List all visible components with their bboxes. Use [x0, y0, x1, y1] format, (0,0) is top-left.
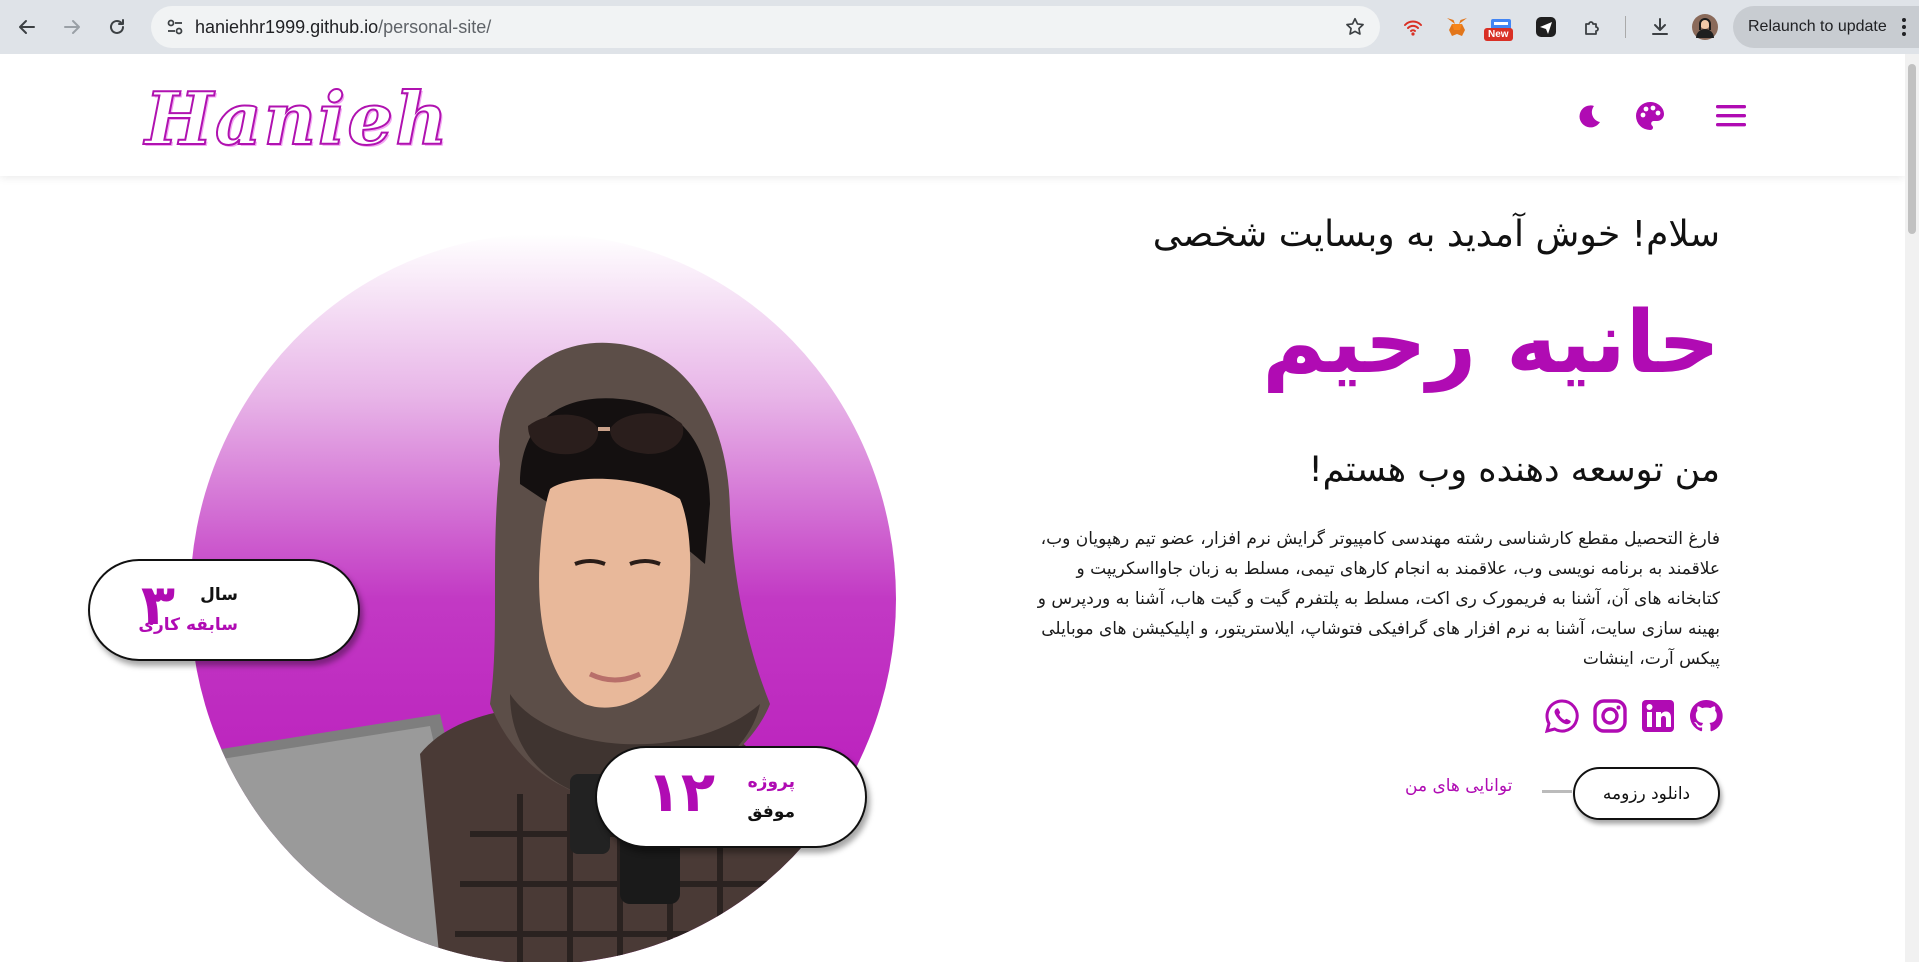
projects-label-project: پروژه — [747, 772, 795, 792]
projects-stat-card: ۱۲ پروژه موفق — [595, 746, 867, 848]
profile-avatar[interactable] — [1692, 14, 1718, 40]
url-host: haniehhr1999.github.io — [195, 17, 379, 37]
experience-stat-card: ۳ سال سابقه کاری — [88, 559, 360, 661]
send-extension-icon[interactable] — [1533, 14, 1559, 40]
scrollbar-thumb[interactable] — [1908, 64, 1916, 234]
whatsapp-icon[interactable] — [1543, 697, 1581, 735]
browser-toolbar: haniehhr1999.github.io/personal-site/ Ne… — [0, 0, 1919, 54]
download-icon[interactable] — [1647, 14, 1673, 40]
download-resume-button[interactable]: دانلود رزومه — [1573, 767, 1720, 820]
hamburger-menu-icon[interactable] — [1713, 98, 1749, 134]
toolbar-divider — [1625, 16, 1626, 38]
reload-icon[interactable] — [102, 12, 132, 42]
address-bar[interactable]: haniehhr1999.github.io/personal-site/ — [151, 6, 1380, 48]
bio-line: بهینه سازی سایت، آشنا به نرم افزار های گ… — [1041, 619, 1720, 639]
social-links — [1543, 697, 1725, 739]
hero-greeting: سلام! خوش آمدید به وبسایت شخصی — [1152, 214, 1720, 255]
hero-role: من توسعه دهنده وب هستم! — [1308, 450, 1720, 490]
back-arrow-icon[interactable] — [12, 12, 42, 42]
bio-line: فارغ التحصیل مقطع کارشناسی رشته مهندسی ک… — [1040, 529, 1720, 549]
relaunch-button[interactable]: Relaunch to update — [1733, 6, 1919, 48]
url-path: /personal-site/ — [378, 17, 492, 37]
linkedin-icon[interactable] — [1639, 697, 1677, 735]
hero-bio: فارغ التحصیل مقطع کارشناسی رشته مهندسی ک… — [1000, 524, 1720, 674]
page-scrollbar[interactable] — [1905, 54, 1919, 962]
experience-label-work: سابقه کاری — [138, 615, 238, 635]
experience-label-years: سال — [200, 585, 238, 605]
hero-name: حانیه رحیم — [1262, 293, 1720, 393]
moon-icon[interactable] — [1571, 98, 1607, 134]
github-icon[interactable] — [1687, 697, 1725, 735]
page-viewport: Hanieh ۳ سال سابقه کاری ۱۲ پروژه موفق سل… — [0, 54, 1905, 962]
projects-number: ۱۲ — [646, 760, 715, 825]
projects-label-success: موفق — [747, 802, 795, 822]
site-logo[interactable]: Hanieh — [144, 75, 450, 162]
palette-icon[interactable] — [1632, 98, 1668, 134]
forward-arrow-icon[interactable] — [57, 12, 87, 42]
extensions-puzzle-icon[interactable] — [1580, 14, 1606, 40]
relaunch-label: Relaunch to update — [1748, 18, 1887, 35]
wifi-extension-icon[interactable] — [1400, 14, 1426, 40]
metamask-fox-icon[interactable] — [1444, 14, 1470, 40]
bio-line: کتابخانه های آن، آشنا به فریمورک ری اکت،… — [1037, 589, 1720, 609]
new-badge: New — [1484, 28, 1513, 41]
more-vertical-icon[interactable] — [1901, 17, 1907, 37]
site-header: Hanieh — [0, 54, 1905, 176]
bio-line: پیکس آرت، اینشات — [1582, 649, 1720, 669]
bookmark-star-icon[interactable] — [1344, 16, 1366, 38]
my-skills-link[interactable]: توانایی های من — [1405, 776, 1512, 796]
instagram-icon[interactable] — [1591, 697, 1629, 735]
divider-line — [1542, 790, 1572, 793]
site-info-icon[interactable] — [165, 17, 185, 37]
url-text[interactable]: haniehhr1999.github.io/personal-site/ — [195, 17, 491, 38]
bio-line: علاقمند به برنامه نویسی وب، علاقمند به ا… — [1076, 559, 1720, 579]
